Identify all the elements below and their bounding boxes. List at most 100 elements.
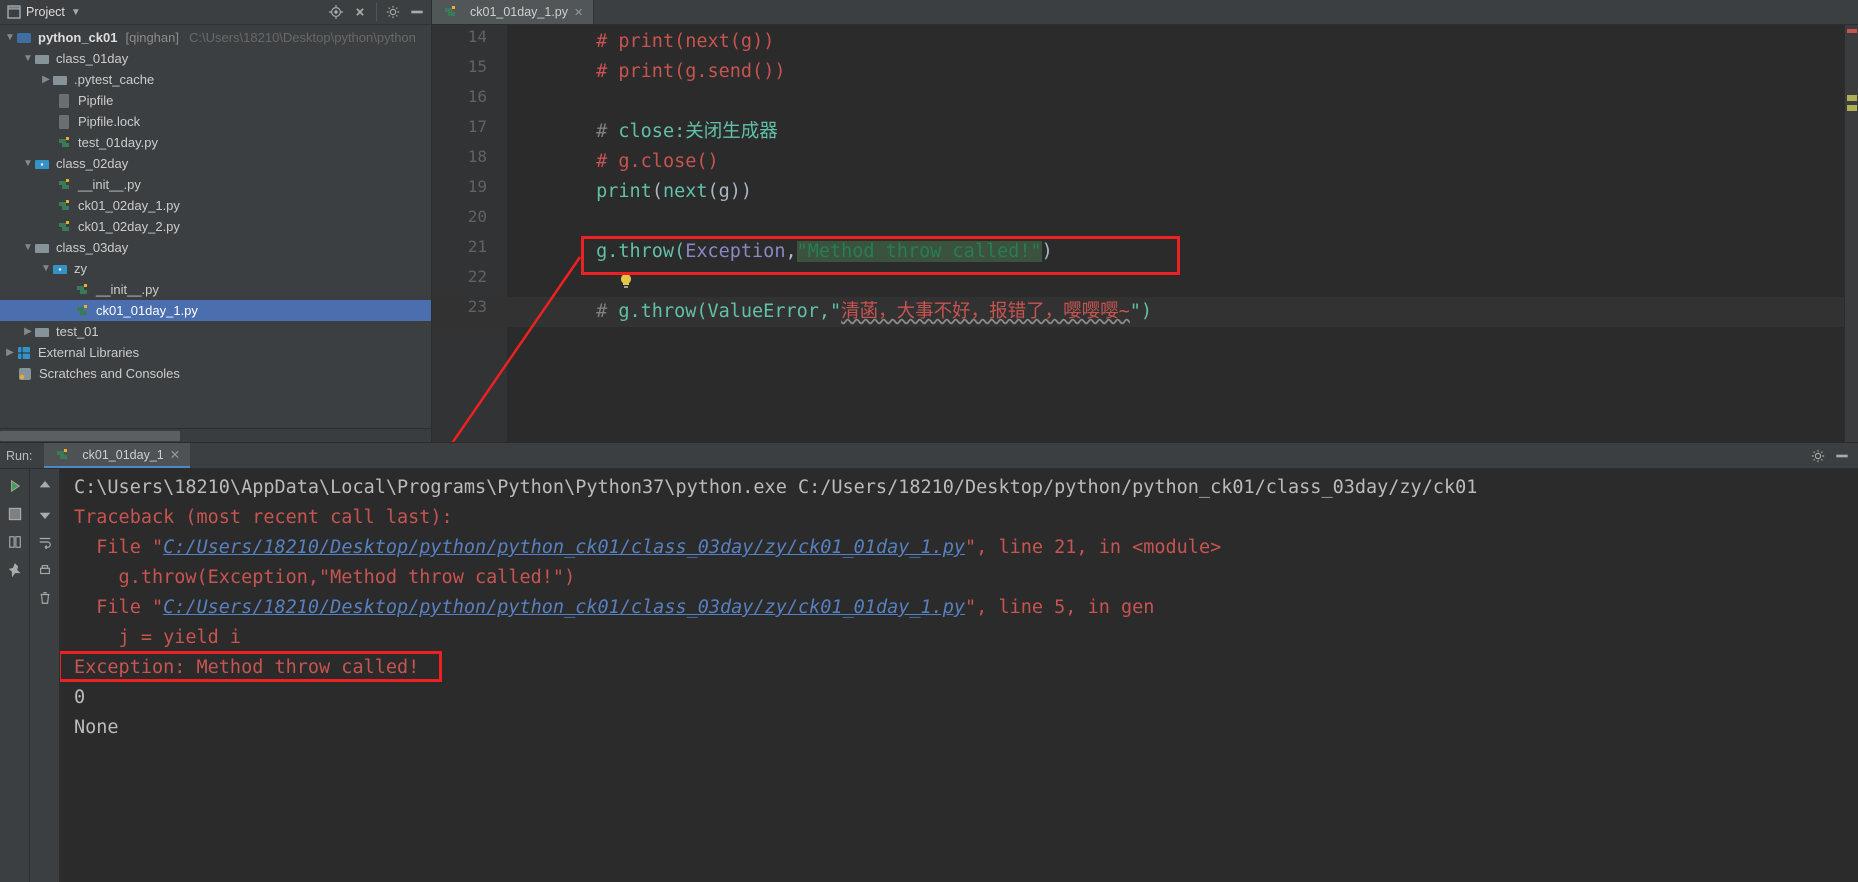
run-settings-icon[interactable] bbox=[1810, 448, 1826, 464]
console-line: Traceback (most recent call last): bbox=[74, 507, 453, 528]
python-file-icon bbox=[56, 198, 72, 214]
project-branch: [qinghan] bbox=[125, 30, 179, 45]
scroll-up-icon[interactable] bbox=[36, 477, 54, 495]
run-tab-active[interactable]: ck01_01day_1 ✕ bbox=[44, 443, 190, 468]
editor-error-stripe[interactable] bbox=[1844, 25, 1858, 442]
error-marker[interactable] bbox=[1847, 29, 1857, 33]
project-name: python_ck01 bbox=[38, 30, 117, 45]
console-line: C:\Users\18210\AppData\Local\Programs\Py… bbox=[74, 477, 1477, 498]
project-title[interactable]: Project bbox=[26, 5, 65, 19]
pin-icon[interactable] bbox=[6, 561, 24, 579]
package-icon bbox=[34, 156, 50, 172]
tree-folder-pytest-cache[interactable]: ▶.pytest_cache bbox=[0, 69, 431, 90]
tab-file-name: ck01_01day_1.py bbox=[470, 5, 568, 19]
tree-folder-class03[interactable]: ▼class_03day bbox=[0, 237, 431, 258]
file-link[interactable]: C:/Users/18210/Desktop/python/python_ck0… bbox=[163, 537, 965, 558]
tree-file-test01day[interactable]: test_01day.py bbox=[0, 132, 431, 153]
stop-icon[interactable] bbox=[6, 505, 24, 523]
editor-area: ck01_01day_1.py ✕ 14 15 16 17 18 19 20 2… bbox=[432, 0, 1858, 442]
python-file-icon bbox=[74, 282, 90, 298]
layout-icon[interactable] bbox=[6, 533, 24, 551]
tree-external-libraries[interactable]: ▶External Libraries bbox=[0, 342, 431, 363]
line-number: 21 bbox=[432, 237, 507, 267]
tree-file-pipfile[interactable]: Pipfile bbox=[0, 90, 431, 111]
tree-project-root[interactable]: ▼ python_ck01 [qinghan] C:\Users\18210\D… bbox=[0, 27, 431, 48]
trash-icon[interactable] bbox=[36, 589, 54, 607]
project-sidebar: Project ▼ ▼ python_ck01 [qinghan] C:\Use… bbox=[0, 0, 432, 442]
editor-tabs: ck01_01day_1.py ✕ bbox=[432, 0, 1858, 25]
folder-icon bbox=[34, 324, 50, 340]
editor-gutter: 14 15 16 17 18 19 20 21 22 23 bbox=[432, 25, 507, 442]
console-line: Exception: Method throw called! bbox=[74, 657, 419, 678]
package-icon bbox=[52, 261, 68, 277]
rerun-icon[interactable] bbox=[6, 477, 24, 495]
project-path: C:\Users\18210\Desktop\python\python bbox=[189, 30, 416, 45]
sidebar-h-scrollbar[interactable] bbox=[0, 428, 431, 442]
line-number: 19 bbox=[432, 177, 507, 207]
code-body[interactable]: # print(next(g)) # print(g.send()) # clo… bbox=[507, 25, 1844, 442]
line-number: 20 bbox=[432, 207, 507, 237]
run-title: Run: bbox=[6, 449, 32, 463]
tree-file-pipfile-lock[interactable]: Pipfile.lock bbox=[0, 111, 431, 132]
run-console[interactable]: C:\Users\18210\AppData\Local\Programs\Py… bbox=[60, 469, 1858, 882]
tree-file-ck01-selected[interactable]: ck01_01day_1.py bbox=[0, 300, 431, 321]
collapse-all-icon[interactable] bbox=[352, 4, 368, 20]
run-tab-close-icon[interactable]: ✕ bbox=[170, 447, 180, 462]
python-file-icon bbox=[54, 447, 70, 463]
run-hide-icon[interactable] bbox=[1834, 448, 1850, 464]
sidebar-header: Project ▼ bbox=[0, 0, 431, 25]
tree-folder-class02[interactable]: ▼class_02day bbox=[0, 153, 431, 174]
console-line: 0 bbox=[74, 687, 85, 708]
line-number: 22 bbox=[432, 267, 507, 297]
tree-file-ck02-1[interactable]: ck01_02day_1.py bbox=[0, 195, 431, 216]
warning-marker[interactable] bbox=[1847, 95, 1857, 101]
soft-wrap-icon[interactable] bbox=[36, 533, 54, 551]
line-number: 23 bbox=[432, 297, 507, 327]
run-tab-name: ck01_01day_1 bbox=[82, 448, 163, 462]
text-file-icon bbox=[56, 93, 72, 109]
tree-file-ck02-2[interactable]: ck01_02day_2.py bbox=[0, 216, 431, 237]
settings-icon[interactable] bbox=[385, 4, 401, 20]
tree-folder-test01[interactable]: ▶test_01 bbox=[0, 321, 431, 342]
run-toolbar-left-1 bbox=[0, 469, 30, 882]
folder-icon bbox=[52, 72, 68, 88]
scroll-down-icon[interactable] bbox=[36, 505, 54, 523]
warning-marker[interactable] bbox=[1847, 105, 1857, 111]
external-lib-icon bbox=[16, 345, 32, 361]
editor[interactable]: 14 15 16 17 18 19 20 21 22 23 # print(ne… bbox=[432, 25, 1858, 442]
scratches-icon bbox=[17, 366, 33, 382]
bulb-icon[interactable] bbox=[618, 273, 634, 289]
locate-icon[interactable] bbox=[328, 4, 344, 20]
folder-icon bbox=[34, 240, 50, 256]
file-link[interactable]: C:/Users/18210/Desktop/python/python_ck0… bbox=[163, 597, 965, 618]
line-number: 14 bbox=[432, 27, 507, 57]
tree-folder-zy[interactable]: ▼zy bbox=[0, 258, 431, 279]
editor-tab-active[interactable]: ck01_01day_1.py ✕ bbox=[432, 0, 594, 24]
console-line: g.throw(Exception,"Method throw called!"… bbox=[74, 567, 575, 588]
python-file-icon bbox=[74, 303, 90, 319]
project-tree[interactable]: ▼ python_ck01 [qinghan] C:\Users\18210\D… bbox=[0, 25, 431, 428]
line-number: 16 bbox=[432, 87, 507, 117]
comment-close: close:关闭生成器 bbox=[618, 121, 777, 142]
tree-folder-class01[interactable]: ▼class_01day bbox=[0, 48, 431, 69]
text-file-icon bbox=[56, 114, 72, 130]
tree-scratches[interactable]: Scratches and Consoles bbox=[0, 363, 431, 384]
folder-icon bbox=[34, 51, 50, 67]
project-view-icon[interactable] bbox=[6, 4, 22, 20]
tab-close-icon[interactable]: ✕ bbox=[574, 6, 583, 19]
project-dropdown-arrow[interactable]: ▼ bbox=[71, 7, 81, 18]
python-file-icon bbox=[56, 219, 72, 235]
python-file-icon bbox=[56, 177, 72, 193]
run-toolbar-left-2 bbox=[30, 469, 60, 882]
python-file-icon bbox=[442, 4, 458, 20]
run-header: Run: ck01_01day_1 ✕ bbox=[0, 443, 1858, 469]
run-panel: Run: ck01_01day_1 ✕ C:\Users\18210\AppDa… bbox=[0, 442, 1858, 882]
tree-file-init02[interactable]: __init__.py bbox=[0, 174, 431, 195]
console-line: j = yield i bbox=[74, 627, 241, 648]
hide-icon[interactable] bbox=[409, 4, 425, 20]
line-number: 15 bbox=[432, 57, 507, 87]
module-icon bbox=[16, 30, 32, 46]
line-number: 17 bbox=[432, 117, 507, 147]
tree-file-init-zy[interactable]: __init__.py bbox=[0, 279, 431, 300]
print-icon[interactable] bbox=[36, 561, 54, 579]
